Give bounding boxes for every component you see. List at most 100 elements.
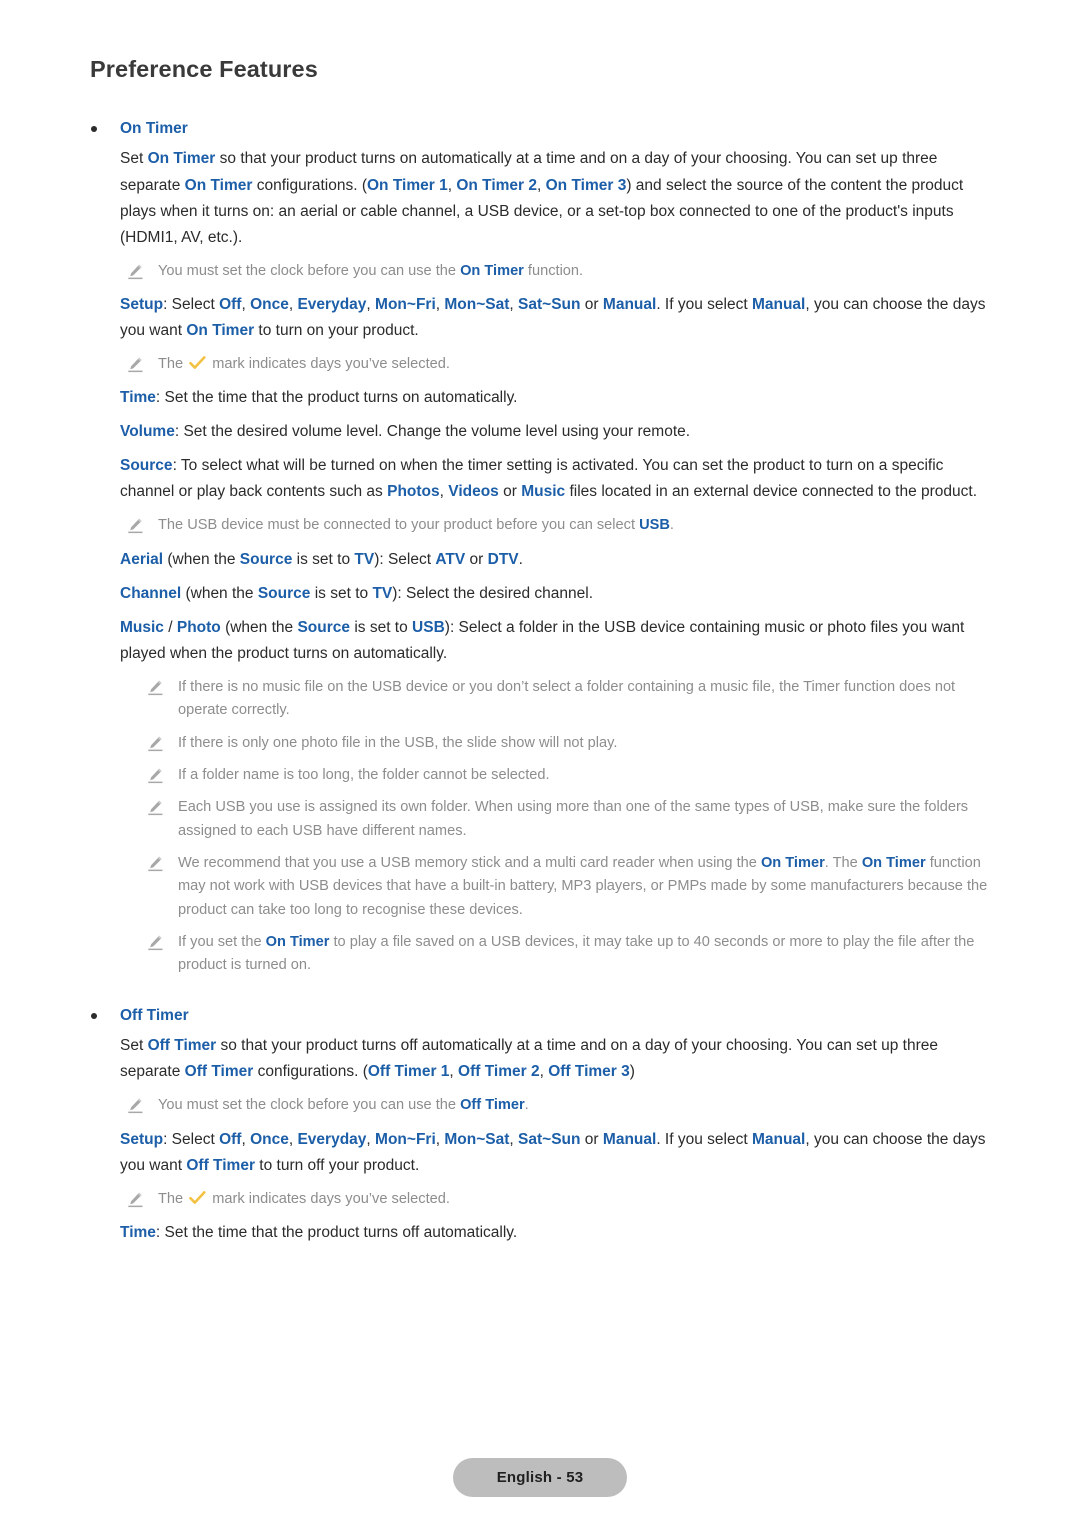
text-fragment: mark indicates days you’ve selected. (208, 1190, 450, 1207)
label-channel: Channel (120, 584, 182, 602)
off-timer-time: Time: Set the time that the product turn… (120, 1220, 990, 1246)
text-fragment: mark indicates days you’ve selected. (208, 356, 450, 372)
pencil-icon (148, 935, 163, 951)
keyword-on-timer: On Timer (147, 150, 216, 168)
option-manual: Manual (602, 295, 657, 313)
note-check-mark-on-timer: The mark indicates days you’ve selected. (120, 353, 990, 376)
text-fragment: . (518, 550, 523, 568)
section-heading-label: Off Timer (120, 1006, 189, 1024)
note-check-mark-off-timer: The mark indicates days you’ve selected. (120, 1188, 990, 1211)
keyword-off-timer-1: Off Timer 1 (367, 1063, 450, 1081)
note-set-clock-on-timer: You must set the clock before you can us… (120, 260, 990, 283)
pencil-icon (128, 357, 143, 373)
text-fragment: : Select (163, 295, 220, 313)
text-fragment: to turn off your product. (254, 1156, 420, 1174)
keyword-usb: USB (639, 517, 670, 534)
note-no-music-file: If there is no music file on the USB dev… (120, 676, 990, 723)
text-fragment: , (241, 1130, 251, 1148)
keyword-off-timer-2: Off Timer 2 (458, 1063, 540, 1081)
text-fragment: , (509, 1130, 519, 1148)
keyword-tv: TV (354, 550, 375, 568)
keyword-off-timer: Off Timer (186, 1156, 255, 1174)
text-fragment: ) (629, 1063, 635, 1081)
pencil-icon (148, 736, 163, 751)
text-fragment: . (669, 517, 674, 534)
text-fragment: ): Select (374, 550, 436, 568)
on-timer-channel: Channel (when the Source is set to TV): … (120, 581, 990, 607)
on-timer-time: Time: Set the time that the product turn… (120, 385, 990, 411)
text-fragment: ): Select the desired channel. (392, 584, 594, 602)
text-fragment: The (158, 356, 188, 372)
keyword-dtv: DTV (487, 550, 519, 568)
option-off: Off (219, 295, 242, 313)
note-folder-name-too-long: If a folder name is too long, the folder… (120, 764, 990, 787)
text-fragment: The USB device must be connected to your… (158, 517, 640, 534)
option-manual: Manual (751, 1130, 806, 1148)
text-fragment: files located in an external device conn… (565, 483, 978, 501)
option-mon-sat: Mon~Sat (444, 1130, 510, 1148)
document-page: Preference Features On Timer Set On Time… (0, 0, 1080, 1534)
text-fragment: , (539, 1063, 549, 1081)
option-manual: Manual (751, 295, 806, 313)
note-one-photo-file: If there is only one photo file in the U… (120, 732, 990, 755)
text-fragment: Set (120, 1037, 148, 1055)
text-fragment: : Set the time that the product turns of… (155, 1224, 518, 1241)
option-sat-sun: Sat~Sun (518, 295, 581, 313)
label-setup: Setup (120, 1130, 164, 1148)
section-heading-off-timer: Off Timer (90, 1005, 990, 1027)
keyword-videos: Videos (448, 483, 499, 501)
label-source: Source (120, 457, 173, 475)
keyword-on-timer-1: On Timer 1 (367, 176, 448, 194)
text-fragment: . The (824, 855, 862, 871)
on-timer-music-photo: Music / Photo (when the Source is set to… (120, 615, 990, 667)
bullet-dot-icon (91, 126, 97, 132)
option-manual: Manual (602, 1130, 657, 1148)
keyword-on-timer: On Timer (861, 855, 926, 871)
pencil-icon (148, 800, 163, 816)
keyword-on-timer: On Timer (184, 176, 253, 194)
keyword-atv: ATV (435, 550, 466, 568)
option-sat-sun: Sat~Sun (518, 1130, 581, 1148)
text-fragment: , (366, 1130, 376, 1148)
keyword-music: Music (521, 483, 566, 501)
note-text: If there is no music file on the USB dev… (178, 678, 956, 719)
checkmark-icon (189, 1190, 206, 1204)
checkmark-icon (189, 356, 206, 369)
page-number-badge: English - 53 (452, 1458, 628, 1497)
text-fragment: . (524, 1097, 529, 1114)
note-usb-connected: The USB device must be connected to your… (120, 514, 990, 537)
text-fragment: is set to (310, 584, 373, 602)
note-playback-delay: If you set the On Timer to play a file s… (120, 931, 990, 978)
pencil-icon (148, 856, 163, 872)
keyword-photos: Photos (387, 483, 440, 501)
text-fragment: You must set the clock before you can us… (158, 262, 461, 279)
text-fragment: (when the (220, 618, 298, 636)
text-fragment: (when the (163, 550, 240, 568)
option-off: Off (219, 1130, 242, 1148)
text-fragment: : Set the time that the product turns on… (155, 389, 518, 407)
text-fragment: is set to (292, 550, 355, 568)
label-setup: Setup (120, 295, 164, 313)
option-once: Once (250, 295, 289, 313)
keyword-source: Source (239, 550, 293, 568)
page-title: Preference Features (90, 56, 318, 82)
option-mon-sat: Mon~Sat (444, 295, 510, 313)
text-fragment: (when the (181, 584, 258, 602)
text-fragment: or (498, 483, 522, 501)
off-timer-description: Set Off Timer so that your product turns… (120, 1033, 990, 1085)
text-fragment: . If you select (656, 295, 752, 313)
keyword-source: Source (297, 618, 351, 636)
note-text: If there is only one photo file in the U… (178, 734, 618, 751)
keyword-off-timer-3: Off Timer 3 (548, 1063, 630, 1081)
text-fragment: , (241, 295, 251, 313)
text-fragment: If you set the (178, 934, 266, 951)
text-fragment: function. (523, 262, 584, 279)
text-fragment: . If you select (656, 1130, 752, 1148)
on-timer-description: Set On Timer so that your product turns … (120, 146, 990, 250)
label-aerial: Aerial (120, 550, 164, 568)
option-everyday: Everyday (297, 1130, 367, 1148)
note-each-usb-folder: Each USB you use is assigned its own fol… (120, 796, 990, 843)
on-timer-aerial: Aerial (when the Source is set to TV): S… (120, 547, 990, 573)
keyword-source: Source (257, 584, 311, 602)
keyword-on-timer: On Timer (460, 262, 524, 279)
